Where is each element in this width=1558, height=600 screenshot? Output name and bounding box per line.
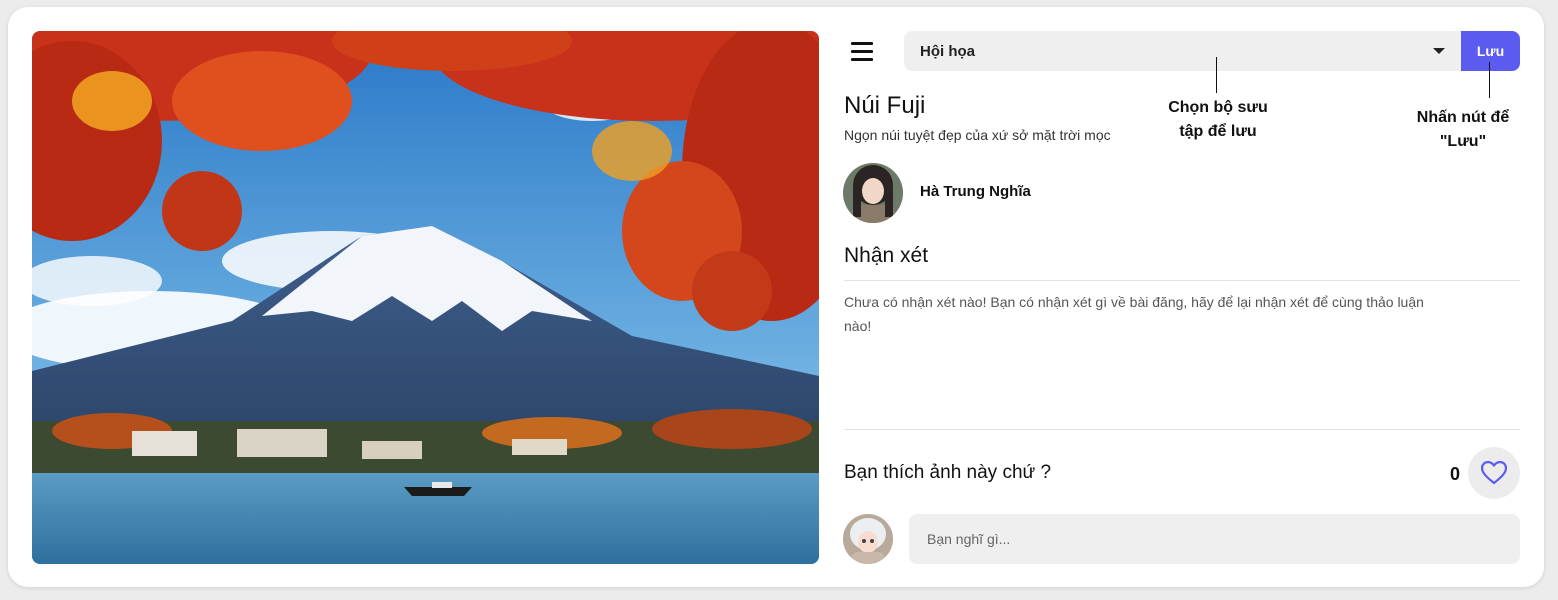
collection-select[interactable]: Hội họa (904, 31, 1462, 71)
heart-icon (1481, 461, 1507, 485)
hamburger-line (851, 49, 873, 53)
comments-empty-line1: Chưa có nhận xét nào! Bạn có nhận xét gì… (844, 294, 1424, 310)
save-button[interactable]: Lưu (1461, 31, 1520, 71)
post-title: Núi Fuji (844, 92, 926, 119)
author-avatar[interactable] (843, 163, 903, 223)
save-callout-line (1489, 62, 1490, 98)
comment-input[interactable] (909, 514, 1520, 564)
select-callout-line (1216, 57, 1217, 93)
like-button[interactable] (1468, 447, 1520, 499)
comments-divider-bottom (844, 429, 1520, 430)
collection-select-value: Hội họa (920, 42, 975, 60)
save-callout-text: Nhấn nút để "Lưu" (1400, 106, 1526, 154)
comments-empty-line2: nào! (844, 318, 872, 334)
select-callout-text: Chọn bộ sưu tập để lưu (1150, 96, 1286, 144)
like-question: Bạn thích ảnh này chứ ? (844, 462, 1052, 483)
select-callout-line2: tập để lưu (1179, 123, 1257, 140)
like-count: 0 (1450, 464, 1461, 484)
hamburger-menu-icon (851, 41, 873, 45)
save-callout-line2: "Lưu" (1439, 133, 1487, 150)
mount-fuji-photo (32, 31, 819, 564)
comments-divider-top (844, 280, 1520, 281)
hamburger-line (851, 57, 873, 61)
author-name[interactable]: Hà Trung Nghĩa (920, 183, 1031, 200)
current-user-avatar-image (843, 514, 893, 564)
post-description: Ngọn núi tuyệt đẹp của xứ sở mặt trời mọ… (844, 127, 1111, 143)
caret-down-icon (1433, 48, 1445, 54)
post-image[interactable] (32, 31, 819, 564)
select-callout-line1: Chọn bộ sưu (1168, 99, 1268, 116)
author-avatar-image (843, 163, 903, 223)
comments-title: Nhận xét (844, 244, 929, 267)
current-user-avatar (843, 514, 893, 564)
menu-button[interactable] (845, 36, 879, 66)
comments-empty-message: Chưa có nhận xét nào! Bạn có nhận xét gì… (844, 290, 1520, 338)
save-callout-line1: Nhấn nút để (1416, 109, 1510, 126)
